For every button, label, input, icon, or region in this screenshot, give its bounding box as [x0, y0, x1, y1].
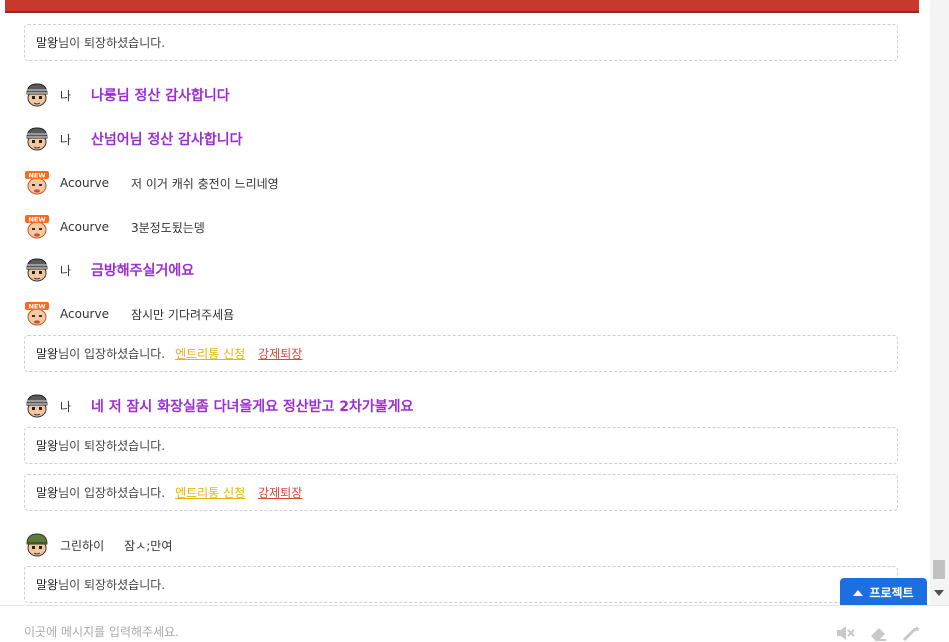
- system-nick[interactable]: 말왕: [36, 484, 58, 501]
- project-button[interactable]: 프로젝트: [840, 578, 927, 607]
- message-sender[interactable]: Acourve: [60, 307, 109, 321]
- message-sender[interactable]: Acourve: [60, 176, 109, 190]
- system-message: 말왕 님이 퇴장하셨습니다.: [24, 427, 898, 464]
- message-text: 나룽님 정산 감사합니다: [91, 88, 230, 104]
- system-message: 말왕 님이 입장하셨습니다. 엔트리통 신청 강제퇴장: [24, 474, 898, 511]
- system-nick[interactable]: 말왕: [36, 576, 58, 593]
- message-input[interactable]: [24, 622, 784, 642]
- svg-text:NEW: NEW: [28, 172, 45, 180]
- system-message: 말왕 님이 퇴장하셨습니다.: [24, 566, 898, 603]
- system-message: 말왕 님이 퇴장하셨습니다.: [24, 24, 898, 61]
- message-text: 잠시만 기다려주세욤: [130, 307, 235, 322]
- mute-icon[interactable]: [835, 625, 855, 641]
- magic-wand-icon[interactable]: [902, 625, 922, 641]
- svg-text:NEW: NEW: [28, 303, 45, 311]
- kick-link[interactable]: 강제퇴장: [258, 484, 302, 501]
- svg-text:NEW: NEW: [28, 216, 45, 224]
- message-sender[interactable]: 그린하이: [60, 537, 104, 554]
- message-sender[interactable]: 나: [60, 262, 71, 279]
- top-header-bar: [5, 0, 919, 13]
- kick-link[interactable]: 강제퇴장: [258, 345, 302, 362]
- system-nick[interactable]: 말왕: [36, 345, 58, 362]
- chat-message: 그린하이 잠ㅅ;만여: [24, 531, 172, 559]
- message-text: 산넘어님 정산 감사합니다: [91, 132, 243, 148]
- scroll-down-arrow-icon[interactable]: [934, 590, 944, 596]
- chat-message: NEW Acourve 잠시만 기다려주세욤: [24, 300, 234, 328]
- message-text: 금방해주실거에요: [91, 263, 195, 279]
- soldier-helmet-icon[interactable]: [24, 82, 50, 108]
- soldier-helmet-icon[interactable]: [24, 257, 50, 283]
- system-text: 님이 입장하셨습니다.: [58, 347, 166, 361]
- system-message: 말왕 님이 입장하셨습니다. 엔트리통 신청 강제퇴장: [24, 335, 898, 372]
- chat-message: 나 나룽님 정산 감사합니다: [24, 81, 230, 109]
- system-nick[interactable]: 말왕: [36, 34, 58, 51]
- new-user-icon[interactable]: NEW: [24, 214, 50, 240]
- chat-log[interactable]: 말왕 님이 퇴장하셨습니다. 나 나룽님 정산 감사합니다 나 산넘어님 정산 …: [0, 13, 930, 605]
- scrollbar-thumb[interactable]: [933, 560, 945, 579]
- chat-message: 나 네 저 잠시 화장실좀 다녀올게요 정산받고 2차가볼게요: [24, 392, 413, 420]
- message-text: 잠ㅅ;만여: [124, 538, 173, 553]
- message-sender[interactable]: Acourve: [60, 220, 109, 234]
- project-button-label: 프로젝트: [869, 586, 914, 600]
- chat-message: 나 산넘어님 정산 감사합니다: [24, 125, 242, 153]
- soldier-helmet-icon[interactable]: [24, 393, 50, 419]
- message-text: 네 저 잠시 화장실좀 다녀올게요 정산받고 2차가볼게요: [91, 399, 414, 415]
- system-text: 님이 입장하셨습니다.: [58, 486, 166, 500]
- caret-up-icon: [853, 589, 864, 596]
- chat-scrollbar[interactable]: [930, 0, 949, 605]
- chat-message: NEW Acourve 3분정도됬는뎅: [24, 213, 205, 241]
- new-user-icon[interactable]: NEW: [24, 170, 50, 196]
- chat-message: NEW Acourve 저 이거 캐쉬 충전이 느리네영: [24, 169, 279, 197]
- system-text: 님이 퇴장하셨습니다.: [58, 439, 166, 453]
- new-user-icon[interactable]: NEW: [24, 301, 50, 327]
- message-input-bar: [0, 605, 949, 642]
- eraser-icon[interactable]: [868, 625, 888, 641]
- message-sender[interactable]: 나: [60, 131, 71, 148]
- system-text: 님이 퇴장하셨습니다.: [58, 578, 166, 592]
- green-helmet-icon[interactable]: [24, 532, 50, 558]
- message-text: 저 이거 캐쉬 충전이 느리네영: [130, 176, 279, 191]
- message-sender[interactable]: 나: [60, 398, 71, 415]
- entry-request-link[interactable]: 엔트리통 신청: [175, 484, 245, 501]
- message-sender[interactable]: 나: [60, 87, 71, 104]
- system-nick[interactable]: 말왕: [36, 437, 58, 454]
- chat-message: 나 금방해주실거에요: [24, 256, 194, 284]
- soldier-helmet-icon[interactable]: [24, 126, 50, 152]
- system-text: 님이 퇴장하셨습니다.: [58, 36, 166, 50]
- entry-request-link[interactable]: 엔트리통 신청: [175, 345, 245, 362]
- message-text: 3분정도됬는뎅: [130, 220, 205, 235]
